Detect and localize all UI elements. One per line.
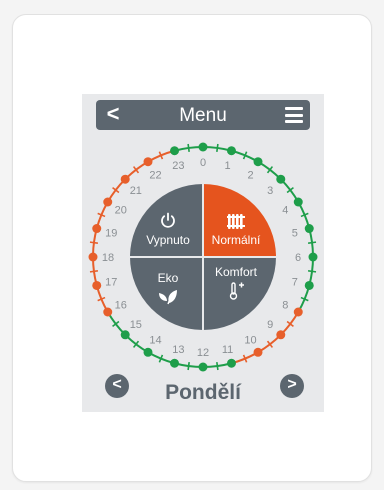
hour-marker[interactable]: [170, 146, 180, 156]
hour-marker[interactable]: [120, 174, 130, 184]
hour-marker[interactable]: [293, 197, 303, 207]
hour-label: 9: [267, 319, 273, 331]
hour-label: 19: [105, 227, 117, 239]
hour-label: 17: [105, 277, 117, 289]
hour-marker[interactable]: [276, 174, 286, 184]
half-hour-tick: [216, 143, 219, 153]
hour-label: 14: [149, 334, 161, 346]
hour-marker[interactable]: [304, 280, 314, 290]
hour-label: 12: [197, 347, 209, 359]
mode-eco-label: Eko: [157, 271, 179, 285]
hour-label: 18: [102, 252, 114, 264]
hour-marker[interactable]: [198, 142, 208, 152]
hour-marker[interactable]: [304, 224, 314, 234]
hour-marker[interactable]: [120, 330, 130, 340]
hour-label: 11: [222, 344, 233, 356]
hour-label: 3: [267, 185, 273, 197]
hour-label: 0: [200, 157, 206, 169]
hour-marker[interactable]: [92, 224, 102, 234]
hour-label: 16: [115, 300, 127, 312]
hour-marker[interactable]: [143, 347, 153, 357]
hour-label: 20: [115, 205, 127, 217]
hour-marker[interactable]: [293, 307, 303, 317]
half-hour-tick: [187, 143, 190, 153]
half-hour-tick: [307, 270, 317, 273]
mode-off-label: Vypnuto: [146, 233, 190, 247]
hour-marker[interactable]: [253, 157, 263, 167]
hour-marker[interactable]: [170, 358, 180, 368]
power-icon: [161, 212, 175, 228]
hour-marker[interactable]: [276, 330, 286, 340]
hour-label: 15: [130, 319, 142, 331]
leaf-icon: [159, 290, 177, 305]
hour-marker[interactable]: [143, 157, 153, 167]
hour-marker[interactable]: [308, 252, 318, 262]
mode-eco-button[interactable]: Eko: [136, 271, 200, 305]
hour-label: 22: [149, 170, 161, 182]
hour-label: 5: [292, 227, 298, 239]
thermometer-plus-icon: [229, 282, 244, 300]
hour-label: 2: [247, 170, 253, 182]
mode-normal-button[interactable]: Normální: [204, 213, 268, 247]
mode-comfort-label: Komfort: [214, 265, 257, 279]
hour-label: 4: [282, 205, 288, 217]
half-hour-tick: [216, 361, 219, 371]
hour-label: 10: [244, 334, 256, 346]
hour-label: 21: [130, 185, 142, 197]
radiator-icon: [227, 214, 245, 229]
hour-marker[interactable]: [103, 197, 113, 207]
next-day-button[interactable]: >: [280, 374, 304, 398]
half-hour-tick: [187, 361, 190, 371]
day-label: Pondělí: [165, 381, 241, 404]
hour-label: 6: [295, 252, 301, 264]
half-hour-tick: [307, 241, 317, 244]
hour-marker[interactable]: [103, 307, 113, 317]
half-hour-tick: [89, 270, 99, 273]
hour-marker[interactable]: [253, 347, 263, 357]
mode-quadrants: [130, 184, 276, 330]
hour-label: 13: [172, 344, 184, 356]
hour-marker[interactable]: [226, 146, 236, 156]
hour-label: 1: [225, 160, 231, 172]
hour-marker[interactable]: [226, 358, 236, 368]
hour-marker[interactable]: [88, 252, 98, 262]
hour-label: 8: [282, 300, 288, 312]
hour-marker[interactable]: [198, 362, 208, 372]
mode-off-button[interactable]: Vypnuto: [136, 212, 200, 247]
mode-normal-label: Normální: [211, 233, 261, 247]
half-hour-tick: [89, 241, 99, 244]
mode-comfort-button[interactable]: Komfort: [204, 265, 268, 301]
hour-label: 7: [292, 277, 298, 289]
hour-marker[interactable]: [92, 280, 102, 290]
hour-label: 23: [172, 160, 184, 172]
prev-day-button[interactable]: <: [105, 374, 129, 398]
